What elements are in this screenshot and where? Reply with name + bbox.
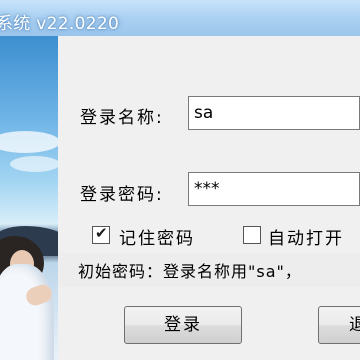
window-title: 系统 v22.0220 xyxy=(0,14,120,34)
cancel-button[interactable]: 退 xyxy=(318,306,360,344)
login-button[interactable]: 登录 xyxy=(124,306,242,344)
remember-password-label: 记住密码 xyxy=(119,229,195,249)
username-label: 登录名称: xyxy=(80,108,164,128)
checkmark-icon: ✔ xyxy=(95,224,108,242)
auto-open-label: 自动打开 xyxy=(268,229,344,249)
auto-open-checkbox[interactable] xyxy=(243,226,261,244)
remember-password-checkbox[interactable]: ✔ xyxy=(92,224,110,244)
login-photo xyxy=(0,36,58,360)
title-bar: 系统 v22.0220 xyxy=(0,0,360,36)
initial-password-hint: 初始密码：登录名称用"sa"， xyxy=(78,262,302,281)
password-input[interactable]: *** xyxy=(188,172,360,206)
username-input[interactable]: sa xyxy=(188,96,360,130)
password-label: 登录密码: xyxy=(80,185,164,205)
